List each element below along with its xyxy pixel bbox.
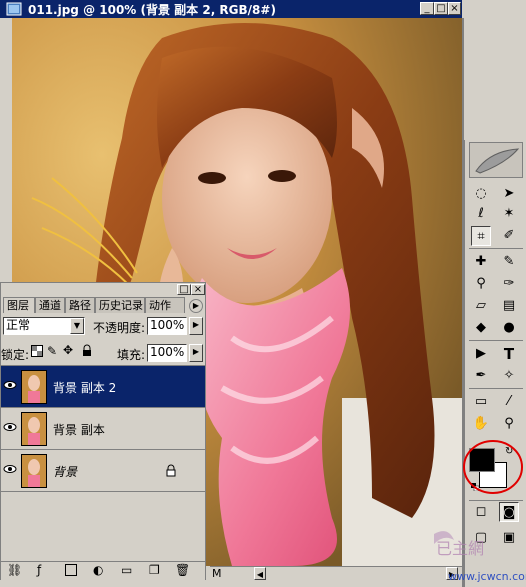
new-layer-icon[interactable]: ❐ (149, 563, 160, 577)
standard-mode-icon[interactable]: ◻ (471, 502, 491, 522)
tab-channels[interactable]: 通道 (35, 297, 65, 313)
toolbox-divider (469, 248, 523, 249)
palette-menu-button[interactable]: ▶ (189, 299, 203, 313)
visibility-eye-icon[interactable] (3, 378, 17, 392)
opacity-label: 不透明度: (93, 321, 146, 335)
brush-tool-icon[interactable]: ✎ (499, 252, 519, 272)
tab-actions[interactable]: 动作 (145, 297, 185, 313)
close-button[interactable]: × (448, 2, 461, 15)
toolbox-divider (469, 388, 523, 389)
magic-wand-tool-icon[interactable]: ✶ (499, 204, 519, 224)
quick-mask-mode-icon[interactable]: ◙ (499, 502, 519, 522)
chevron-down-icon[interactable]: ▼ (70, 318, 84, 334)
fill-slider-button[interactable]: ▶ (189, 344, 203, 362)
zoom-tool-icon[interactable]: ⚲ (499, 414, 519, 434)
clone-stamp-tool-icon[interactable]: ⚲ (471, 274, 491, 294)
horizontal-scrollbar[interactable]: M ◀ ▶ (210, 566, 462, 581)
custom-shape-tool-icon[interactable]: ✧ (499, 366, 519, 386)
fill-input[interactable]: 100% (147, 344, 187, 362)
healing-brush-tool-icon[interactable]: ✚ (471, 252, 491, 272)
photoshop-feather-logo (469, 142, 523, 178)
layer-thumbnail (21, 412, 47, 446)
pen-tool-icon[interactable]: ✒ (471, 366, 491, 386)
tab-layers[interactable]: 图层 (3, 297, 35, 313)
layer-style-icon[interactable]: ƒ (37, 563, 41, 577)
fill-label: 填充: (117, 348, 146, 362)
maximize-button[interactable]: □ (434, 2, 448, 15)
watermark-url: www.jcwcn.com (448, 570, 526, 583)
tab-paths[interactable]: 路径 (65, 297, 95, 313)
layer-mask-icon[interactable] (65, 564, 77, 576)
opacity-input[interactable]: 100% (147, 317, 187, 335)
layer-name: 背景 (53, 465, 78, 479)
layers-palette: □ × 图层 通道 路径 历史记录 动作 ▶ 正常 ▼ 不透明度: 100% ▶… (0, 282, 206, 580)
eraser-tool-icon[interactable]: ▱ (471, 296, 491, 316)
layer-row-background[interactable]: 背景 (1, 450, 205, 492)
layer-name: 背景 副本 (53, 423, 105, 437)
status-zoom-text: M (212, 567, 222, 580)
layer-row-background-copy-2[interactable]: 背景 副本 2 (1, 366, 205, 408)
path-selection-tool-icon[interactable]: ▶ (471, 344, 491, 364)
marquee-tool-icon[interactable]: ◌ (471, 184, 491, 204)
visibility-eye-icon[interactable] (3, 462, 17, 476)
toolbox-divider (469, 500, 523, 501)
hand-tool-icon[interactable]: ✋ (471, 414, 491, 434)
lock-all-icon[interactable] (81, 344, 93, 357)
lock-brush-icon[interactable]: ✎ (47, 345, 59, 357)
layer-list: 背景 副本 2 背景 副本 背景 (1, 365, 205, 562)
gradient-tool-icon[interactable]: ▤ (499, 296, 519, 316)
visibility-eye-icon[interactable] (3, 420, 17, 434)
photoshop-document-icon (6, 2, 22, 16)
delete-layer-icon[interactable]: 🗑 (175, 563, 190, 577)
blend-mode-select[interactable]: 正常 ▼ (3, 317, 85, 335)
palette-minimize-button[interactable]: □ (177, 284, 191, 295)
move-tool-icon[interactable]: ➤ (499, 184, 519, 204)
scroll-left-button[interactable]: ◀ (254, 567, 266, 580)
document-title: 011.jpg @ 100% (背景 副本 2, RGB/8#) (28, 3, 276, 17)
tab-history[interactable]: 历史记录 (95, 297, 145, 313)
svg-text:已主網: 已主網 (436, 539, 484, 558)
link-layers-icon[interactable]: ⛓ (7, 563, 22, 577)
lock-label: 锁定: (1, 348, 30, 362)
layers-palette-titlebar[interactable]: □ × (1, 283, 205, 296)
toolbox: ◌ ➤ ℓ ✶ ⌗ ✐ ✚ ✎ ⚲ ✑ ▱ ▤ ◆ ● ▶ T ✒ ✧ ▭ ⁄ … (461, 140, 526, 587)
type-tool-icon[interactable]: T (499, 344, 519, 364)
lock-transparency-icon[interactable] (31, 345, 43, 357)
crop-tool-icon[interactable]: ⌗ (471, 226, 491, 246)
opacity-slider-button[interactable]: ▶ (189, 317, 203, 335)
layer-lock-icon (165, 464, 177, 477)
red-annotation-circle (461, 438, 525, 496)
blend-mode-value: 正常 (6, 318, 31, 332)
history-brush-tool-icon[interactable]: ✑ (499, 274, 519, 294)
slice-tool-icon[interactable]: ✐ (499, 226, 519, 246)
watermark-logo: 已主網 (424, 526, 522, 568)
new-group-icon[interactable]: ▭ (121, 563, 132, 577)
layers-bottom-bar: ⛓ ƒ ◐ ▭ ❐ 🗑 (1, 561, 205, 580)
layer-row-background-copy[interactable]: 背景 副本 (1, 408, 205, 450)
lasso-tool-icon[interactable]: ℓ (471, 204, 491, 224)
toolbox-divider (469, 340, 523, 341)
blur-tool-icon[interactable]: ◆ (471, 318, 491, 338)
lock-move-icon[interactable]: ✥ (63, 344, 75, 356)
palette-close-button[interactable]: × (191, 284, 205, 295)
notes-tool-icon[interactable]: ▭ (471, 392, 491, 412)
layer-name: 背景 副本 2 (53, 381, 117, 395)
minimize-button[interactable]: _ (420, 2, 434, 15)
document-titlebar[interactable]: 011.jpg @ 100% (背景 副本 2, RGB/8#) _ □ × (0, 0, 462, 18)
adjustment-layer-icon[interactable]: ◐ (93, 563, 103, 577)
layer-thumbnail (21, 370, 47, 404)
eyedropper-tool-icon[interactable]: ⁄ (499, 392, 519, 412)
dodge-tool-icon[interactable]: ● (499, 318, 519, 338)
layer-thumbnail (21, 454, 47, 488)
